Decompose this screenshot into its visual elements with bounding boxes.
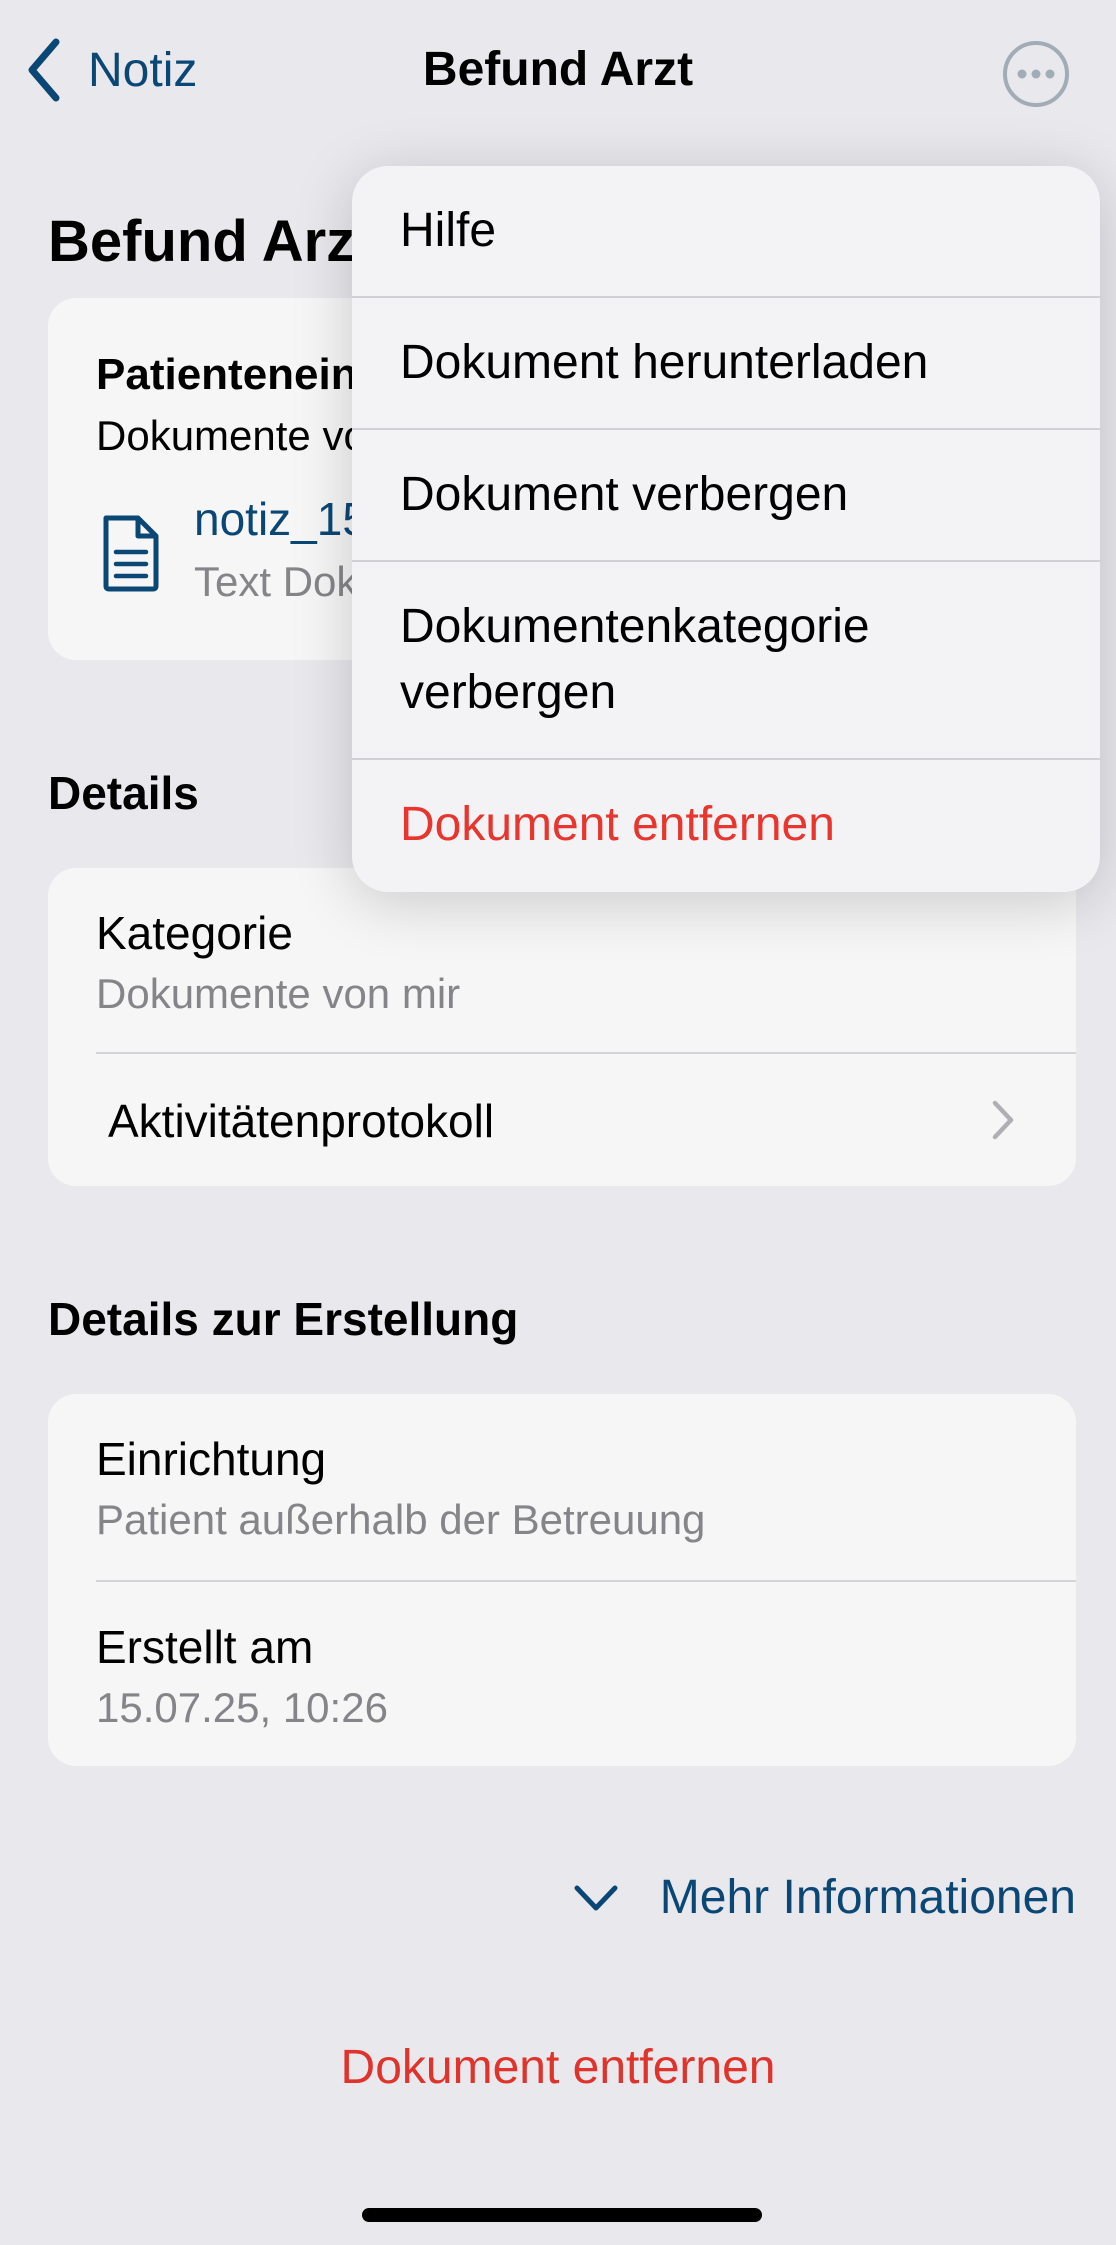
created-at-row: Erstellt am 15.07.25, 10:26	[48, 1582, 1076, 1766]
menu-divider	[352, 758, 1100, 760]
home-indicator	[362, 2208, 762, 2222]
menu-divider	[352, 296, 1100, 298]
more-options-icon[interactable]	[1000, 38, 1072, 110]
creation-details-card: Einrichtung Patient außerhalb der Betreu…	[48, 1394, 1076, 1766]
screen: Notiz Befund Arzt Befund Arzt Patientene…	[0, 0, 1116, 2245]
context-menu: Hilfe Dokument herunterladen Dokument ve…	[352, 166, 1100, 892]
details-card: Kategorie Dokumente von mir Aktivitätenp…	[48, 868, 1076, 1186]
created-at-label: Erstellt am	[96, 1621, 314, 1673]
page-title: Befund Arzt	[48, 209, 375, 274]
nav-bar: Notiz Befund Arzt	[0, 0, 1116, 150]
activity-log-row[interactable]: Aktivitätenprotokoll	[48, 1054, 1076, 1186]
document-icon	[103, 515, 159, 592]
category-value: Dokumente von mir	[96, 970, 461, 1017]
menu-divider	[352, 560, 1100, 562]
file-name-link[interactable]: notiz_15	[194, 492, 368, 546]
menu-item-download[interactable]: Dokument herunterladen	[352, 330, 1100, 396]
menu-item-hide-document[interactable]: Dokument verbergen	[352, 462, 1100, 528]
menu-item-help[interactable]: Hilfe	[352, 198, 1100, 264]
menu-divider	[352, 428, 1100, 430]
menu-item-hide-category[interactable]: Dokumentenkategorie verbergen	[352, 594, 1100, 726]
facility-row: Einrichtung Patient außerhalb der Betreu…	[48, 1394, 1076, 1580]
menu-item-remove-document[interactable]: Dokument entfernen	[352, 792, 1100, 858]
created-at-value: 15.07.25, 10:26	[96, 1684, 388, 1731]
remove-document-button[interactable]: Dokument entfernen	[0, 2040, 1116, 2095]
activity-log-label: Aktivitätenprotokoll	[108, 1095, 495, 1147]
facility-value: Patient außerhalb der Betreuung	[96, 1496, 706, 1543]
more-info-button[interactable]: Mehr Informationen	[572, 1870, 1076, 1925]
chevron-right-icon	[992, 1100, 1014, 1140]
chevron-down-icon	[574, 1885, 618, 1910]
nav-title: Befund Arzt	[422, 43, 694, 96]
details-header: Details	[48, 767, 199, 819]
more-info-label: Mehr Informationen	[659, 1871, 1076, 1924]
category-row: Kategorie Dokumente von mir	[48, 868, 1076, 1052]
creation-details-header: Details zur Erstellung	[48, 1293, 519, 1345]
facility-label: Einrichtung	[96, 1433, 327, 1485]
category-label: Kategorie	[96, 907, 293, 959]
